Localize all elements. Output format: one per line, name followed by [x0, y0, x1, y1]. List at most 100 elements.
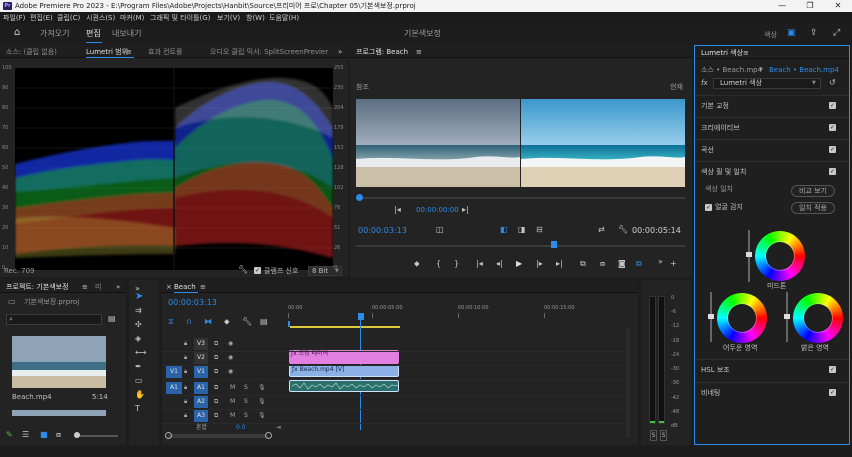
- menu-clip[interactable]: 클립(C): [57, 13, 80, 23]
- source-patch-a1[interactable]: A1: [166, 382, 182, 394]
- project-overflow-icon[interactable]: »: [116, 282, 120, 292]
- new-bin-icon[interactable]: ▤: [108, 314, 116, 324]
- step-forward-reference-icon[interactable]: ▸|: [462, 205, 469, 215]
- sync-lock-icon[interactable]: ⧉: [214, 352, 218, 364]
- lock-icon[interactable]: 🔒︎: [184, 396, 187, 408]
- insert-icon[interactable]: ⧉: [580, 259, 586, 269]
- section-color-wheels[interactable]: 색상 휠 및 일치 ✓: [695, 161, 849, 183]
- curves-checkbox[interactable]: ✓: [829, 146, 836, 153]
- program-playhead[interactable]: [551, 241, 557, 248]
- reference-timecode[interactable]: 00:00:00:00: [416, 206, 459, 215]
- project-search-input[interactable]: ⌕: [6, 314, 102, 325]
- highlights-slider[interactable]: [784, 292, 790, 342]
- lumetri-source-clip[interactable]: 소스 • Beach.mp4: [701, 66, 762, 75]
- work-area-bar[interactable]: [290, 326, 400, 328]
- close-button[interactable]: ✕: [824, 0, 852, 12]
- solo-right-button[interactable]: S: [660, 430, 667, 441]
- reset-icon[interactable]: ↺: [829, 78, 836, 88]
- snap-icon[interactable]: ∩: [186, 317, 192, 327]
- tab-program[interactable]: 프로그램: Beach: [356, 47, 408, 57]
- linked-selection-icon[interactable]: ⧓: [204, 317, 212, 327]
- creative-checkbox[interactable]: ✓: [829, 124, 836, 131]
- sync-lock-icon[interactable]: ⧉: [214, 366, 218, 378]
- razor-tool-icon[interactable]: ◈: [135, 334, 141, 344]
- overwrite-icon[interactable]: ⧈: [600, 259, 605, 269]
- menu-edit[interactable]: 편집(E): [30, 13, 53, 23]
- eye-icon[interactable]: ◉: [228, 366, 233, 378]
- wrench-icon[interactable]: 🔧︎: [238, 265, 248, 275]
- menu-help[interactable]: 도움말(H): [269, 13, 299, 23]
- apply-match-button[interactable]: 일치 적용: [791, 202, 835, 214]
- mark-out-icon[interactable]: }: [454, 259, 459, 269]
- second-clip-thumbnail[interactable]: [12, 410, 106, 416]
- program-menu-icon[interactable]: ≡: [416, 47, 422, 57]
- timeline-vertical-scrollbar[interactable]: [626, 328, 630, 438]
- menu-window[interactable]: 창(W): [246, 13, 265, 23]
- track-select-icon[interactable]: ⇉: [135, 306, 142, 316]
- sync-lock-icon[interactable]: ⧉: [214, 410, 218, 422]
- reference-scrub-bar[interactable]: [356, 197, 686, 199]
- go-to-out-icon[interactable]: ▸|: [556, 259, 563, 269]
- lock-icon[interactable]: 🔒︎: [184, 410, 187, 422]
- microphone-icon[interactable]: 🎙︎: [258, 382, 266, 394]
- program-scrub-bar[interactable]: [356, 245, 686, 247]
- reference-playhead[interactable]: [356, 194, 363, 201]
- zoom-slider-knob[interactable]: [74, 432, 80, 438]
- tab-effect-controls[interactable]: 효과 컨트롤: [148, 47, 182, 57]
- icon-view-icon[interactable]: ■: [40, 430, 48, 440]
- project-menu-icon[interactable]: ≡: [82, 282, 88, 292]
- timeline-settings-icon[interactable]: 🔧︎: [242, 317, 252, 327]
- sync-lock-icon[interactable]: ⧉: [214, 382, 218, 394]
- freeform-view-icon[interactable]: ⧈: [56, 430, 61, 440]
- share-icon[interactable]: ⇪: [810, 27, 818, 39]
- midtones-wheel[interactable]: [755, 231, 805, 281]
- maximize-button[interactable]: ❐: [796, 0, 824, 12]
- step-back-icon[interactable]: ◂|: [496, 259, 503, 269]
- play-icon[interactable]: ▶: [516, 259, 522, 269]
- step-back-reference-icon[interactable]: |◂: [394, 205, 401, 215]
- ripple-edit-icon[interactable]: ✣: [135, 320, 142, 330]
- timeline-playhead-head[interactable]: [358, 313, 364, 320]
- effect-select[interactable]: Lumetri 색상 ▼: [713, 78, 821, 89]
- menu-sequence[interactable]: 시퀀스(S): [86, 13, 115, 23]
- shadows-wheel[interactable]: [717, 293, 767, 343]
- step-forward-icon[interactable]: |▸: [536, 259, 543, 269]
- comparison-view-icon[interactable]: ⧉: [636, 259, 642, 269]
- solo-left-button[interactable]: S: [650, 430, 657, 441]
- fullscreen-icon[interactable]: ⤢: [833, 27, 840, 39]
- home-icon[interactable]: ⌂: [14, 27, 20, 39]
- tab-project[interactable]: 프로젝트: 기본색보정: [6, 282, 69, 292]
- track-label[interactable]: A2: [194, 396, 208, 408]
- shadows-slider[interactable]: [708, 292, 714, 342]
- pen-tool-icon[interactable]: ✒: [135, 362, 142, 372]
- program-timecode[interactable]: 00:00:03:13: [358, 226, 407, 235]
- workspace-tab-export[interactable]: 내보내기: [112, 28, 141, 40]
- track-label[interactable]: V3: [194, 338, 208, 350]
- side-by-side-icon[interactable]: ◧: [500, 225, 508, 235]
- microphone-icon[interactable]: 🎙︎: [258, 396, 266, 408]
- timeline-zoom-scrollbar[interactable]: [168, 434, 268, 438]
- eye-icon[interactable]: ◉: [228, 338, 233, 350]
- add-button-icon[interactable]: +: [670, 259, 677, 269]
- track-label[interactable]: V2: [194, 352, 208, 364]
- highlights-wheel[interactable]: [793, 293, 843, 343]
- vignette-checkbox[interactable]: ✓: [829, 389, 836, 396]
- sequence-menu-icon[interactable]: ≡: [200, 282, 206, 292]
- mute-icon[interactable]: M: [230, 382, 235, 394]
- workspaces-icon[interactable]: ▣: [787, 27, 796, 39]
- add-marker-timeline-icon[interactable]: ⬥: [224, 317, 230, 327]
- mark-in-icon[interactable]: {: [436, 259, 441, 269]
- solo-icon[interactable]: S: [244, 410, 248, 422]
- mute-icon[interactable]: M: [230, 410, 235, 422]
- list-view-icon[interactable]: ☰: [22, 430, 29, 440]
- sync-lock-icon[interactable]: ⧉: [214, 338, 218, 350]
- microphone-icon[interactable]: 🎙︎: [258, 410, 266, 422]
- go-to-in-icon[interactable]: |◂: [476, 259, 483, 269]
- captions-icon[interactable]: ▤: [260, 317, 268, 327]
- hsl-secondary-checkbox[interactable]: ✓: [829, 366, 836, 373]
- lock-icon[interactable]: 🔒︎: [184, 366, 187, 378]
- midtones-slider[interactable]: [746, 230, 752, 282]
- tab-media-browser[interactable]: 미: [95, 282, 101, 292]
- tab-menu-icon[interactable]: ≡: [126, 47, 132, 57]
- color-wheels-checkbox[interactable]: ✓: [829, 168, 836, 175]
